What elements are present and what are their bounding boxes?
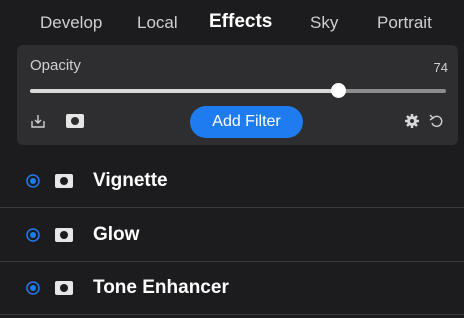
tab-effects[interactable]: Effects	[209, 11, 272, 33]
tab-sky[interactable]: Sky	[310, 13, 338, 33]
mask-icon[interactable]	[55, 281, 73, 295]
module-tabs: Develop Local Effects Sky Portrait	[0, 0, 464, 46]
opacity-slider-fill	[30, 89, 338, 93]
opacity-slider-thumb[interactable]	[330, 83, 346, 98]
enabled-radio-icon[interactable]	[26, 281, 40, 295]
mask-icon[interactable]	[66, 114, 84, 128]
filter-row-tone-enhancer[interactable]: Tone Enhancer	[0, 262, 464, 315]
opacity-panel: Opacity 74 Add Filter	[17, 45, 458, 145]
enabled-radio-icon[interactable]	[26, 228, 40, 242]
filter-row-glow[interactable]: Glow	[0, 209, 464, 262]
filter-name: Glow	[93, 224, 140, 245]
tab-develop[interactable]: Develop	[40, 13, 102, 33]
enabled-radio-icon[interactable]	[26, 174, 40, 188]
opacity-value: 74	[433, 60, 448, 75]
filter-row-vignette[interactable]: Vignette	[0, 155, 464, 208]
undo-icon[interactable]	[429, 114, 444, 128]
filter-name: Tone Enhancer	[93, 277, 229, 298]
opacity-label: Opacity	[30, 57, 81, 74]
export-icon[interactable]	[30, 113, 46, 129]
mask-icon[interactable]	[55, 174, 73, 188]
gear-icon[interactable]	[405, 114, 419, 128]
mask-icon[interactable]	[55, 228, 73, 242]
tab-portrait[interactable]: Portrait	[377, 13, 432, 33]
opacity-slider[interactable]	[30, 83, 446, 98]
add-filter-button[interactable]: Add Filter	[190, 106, 303, 138]
tab-local[interactable]: Local	[137, 13, 178, 33]
filter-name: Vignette	[93, 170, 168, 191]
